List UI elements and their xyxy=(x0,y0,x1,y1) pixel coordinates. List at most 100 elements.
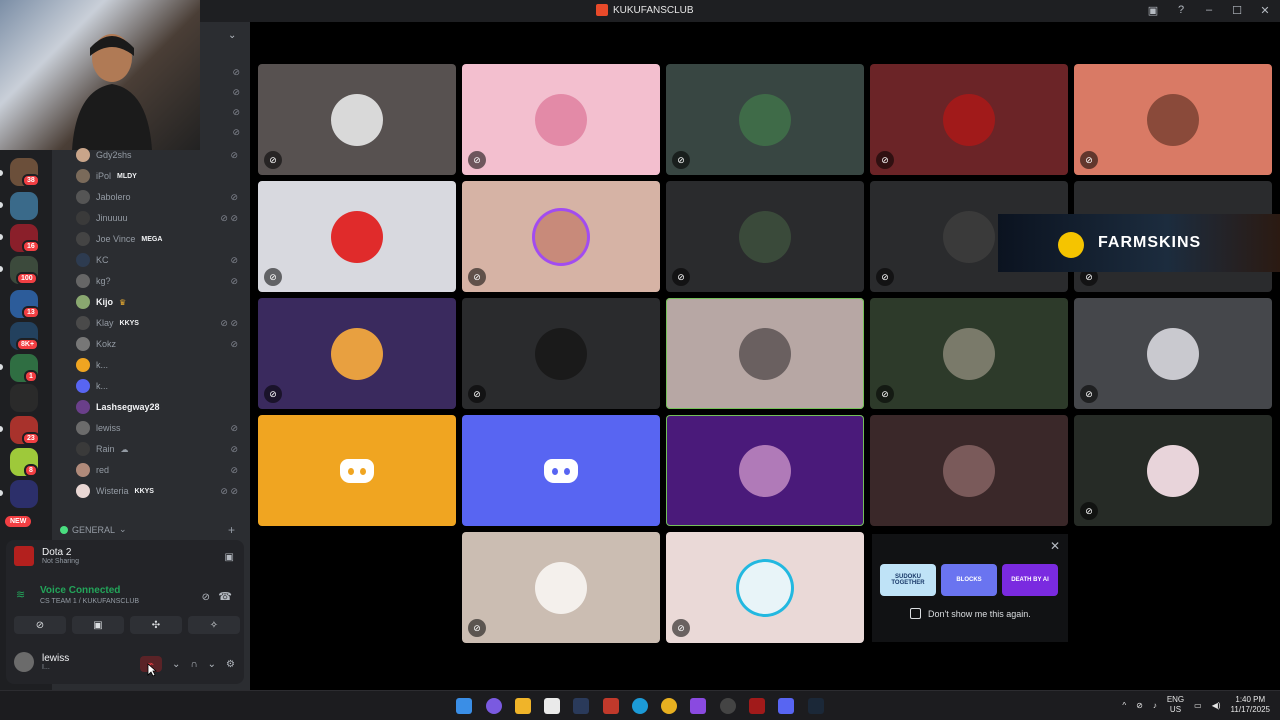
dota-icon[interactable] xyxy=(749,698,765,714)
chrome-icon[interactable] xyxy=(661,698,677,714)
activity-card[interactable]: SUDOKU TOGETHER xyxy=(880,564,936,596)
game-app-icon[interactable] xyxy=(720,698,736,714)
member-row[interactable]: Klay KKYS ⊘ ⊘ xyxy=(76,313,246,333)
server-icon-1[interactable]: 38 xyxy=(10,158,40,187)
server-icon-7[interactable]: 1 xyxy=(10,354,38,383)
participant-tile[interactable]: ⊘ xyxy=(462,532,660,643)
disconnect-icon[interactable]: ☎ xyxy=(218,590,232,603)
activity-card[interactable]: BLOCKS xyxy=(941,564,997,596)
display-icon[interactable]: ▭ xyxy=(1194,701,1202,710)
minimize-icon[interactable]: – xyxy=(1202,3,1216,17)
server-icon-11[interactable] xyxy=(10,480,38,508)
new-badge[interactable]: NEW xyxy=(5,516,32,527)
chevron-up-icon[interactable]: ^ xyxy=(1122,701,1126,710)
participant-tile[interactable]: ⊘ xyxy=(870,64,1068,175)
file-explorer-icon[interactable] xyxy=(515,698,531,714)
chevron-down-icon[interactable]: ⌄ xyxy=(172,659,180,670)
voice-app-icon[interactable] xyxy=(603,698,619,714)
start-menu-icon[interactable] xyxy=(456,698,472,714)
member-row[interactable]: Rain ☁ ⊘ xyxy=(76,439,246,459)
steam-icon[interactable] xyxy=(573,698,589,714)
clock[interactable]: 1:40 PM 11/17/2025 xyxy=(1231,695,1270,715)
close-icon[interactable]: ✕ xyxy=(1050,539,1060,553)
participant-tile[interactable]: ⊘ xyxy=(870,298,1068,409)
participant-tile[interactable]: ⊘ xyxy=(1074,64,1272,175)
inbox-icon[interactable]: ▣ xyxy=(1146,3,1160,17)
maximize-icon[interactable]: ☐ xyxy=(1230,3,1244,17)
participant-tile[interactable]: ⊘ xyxy=(258,64,456,175)
activity-status[interactable]: Dota 2 Not Sharing xyxy=(14,546,79,566)
close-icon[interactable]: ✕ xyxy=(1258,3,1272,17)
member-row[interactable]: Joe Vince MEGA xyxy=(76,229,246,249)
participant-tile[interactable]: ⊘ xyxy=(462,64,660,175)
server-icon-3[interactable]: 16 xyxy=(10,224,40,253)
checkbox-box[interactable] xyxy=(910,608,921,619)
camera-off-button[interactable]: ⊘ xyxy=(14,616,66,634)
participant-tile[interactable]: ⊘ xyxy=(462,298,660,409)
participant-tile[interactable]: ⊘ xyxy=(666,181,864,292)
copilot-icon[interactable] xyxy=(486,698,502,714)
member-row[interactable]: kg? ⊘ xyxy=(76,271,246,291)
member-row[interactable]: k... xyxy=(76,376,246,396)
discord-icon[interactable] xyxy=(778,698,794,714)
share-screen-button[interactable]: ▣ xyxy=(72,616,124,634)
dont-show-again-checkbox[interactable]: Don't show me this again. xyxy=(910,608,1031,619)
app-icon[interactable] xyxy=(690,698,706,714)
member-row[interactable]: k... xyxy=(76,355,246,375)
language-indicator[interactable]: ENG US xyxy=(1167,695,1184,715)
member-row[interactable]: Jabolero ⊘ xyxy=(76,187,246,207)
participant-tile[interactable]: ⊘ xyxy=(462,181,660,292)
server-icon-9[interactable]: 23 xyxy=(10,416,40,445)
steam-client-icon[interactable] xyxy=(808,698,824,714)
participant-tile[interactable]: ⊘ xyxy=(258,298,456,409)
member-row[interactable]: Kokz ⊘ xyxy=(76,334,246,354)
server-icon-4[interactable]: 100 xyxy=(10,256,38,285)
mic-icon[interactable]: ♪ xyxy=(1153,701,1157,710)
help-icon[interactable]: ? xyxy=(1174,3,1188,17)
participant-tile[interactable] xyxy=(462,415,660,526)
member-row[interactable]: Kijo ♛ xyxy=(76,292,246,312)
activities-button[interactable]: ✣ xyxy=(130,616,182,634)
member-row[interactable]: Lashsegway28 xyxy=(76,397,246,417)
current-user[interactable]: lewiss I... xyxy=(14,652,69,672)
participant-tile[interactable]: ⊘ xyxy=(1074,415,1272,526)
farmskins-ad-banner[interactable]: FARMSKINS xyxy=(998,214,1280,272)
soundboard-button[interactable]: ✧ xyxy=(188,616,240,634)
edge-icon[interactable] xyxy=(632,698,648,714)
member-row[interactable]: Jinuuuu ⊘ ⊘ xyxy=(76,208,246,228)
network-icon[interactable]: ⊘ xyxy=(1136,701,1143,710)
voice-connected-label[interactable]: Voice Connected xyxy=(40,585,139,596)
voice-channel-path[interactable]: CS TEAM 1 / KUKUFANSCLUB xyxy=(40,598,139,605)
member-row[interactable]: Gdy2shs ⊘ xyxy=(76,145,246,165)
member-row[interactable]: KC ⊘ xyxy=(76,250,246,270)
volume-icon[interactable]: ◀) xyxy=(1212,701,1221,710)
participant-tile[interactable]: ⊘ xyxy=(666,532,864,643)
server-icon-5[interactable]: 13 xyxy=(10,290,40,319)
gear-icon[interactable]: ⚙ xyxy=(226,659,235,670)
chevron-down-icon[interactable]: ⌄ xyxy=(208,659,216,670)
participant-tile[interactable]: ⊘ xyxy=(666,64,864,175)
noise-suppression-icon[interactable]: ⊘ xyxy=(202,592,210,603)
member-row[interactable]: Wisteria KKYS ⊘ ⊘ xyxy=(76,481,246,501)
chevron-down-icon[interactable]: ⌄ xyxy=(228,30,236,41)
activity-card[interactable]: DEATH BY AI xyxy=(1002,564,1058,596)
server-icon-6[interactable]: 8K+ xyxy=(10,322,40,351)
store-icon[interactable] xyxy=(544,698,560,714)
member-row[interactable]: red ⊘ xyxy=(76,460,246,480)
server-icon-10[interactable]: 8 xyxy=(10,448,38,477)
screen-share-icon[interactable]: ▣ xyxy=(225,552,234,563)
signal-icon[interactable]: ≋ xyxy=(16,588,25,601)
participant-tile-speaking[interactable] xyxy=(666,298,864,409)
participant-tile[interactable]: ⊘ xyxy=(258,181,456,292)
participant-tile[interactable] xyxy=(258,415,456,526)
member-row[interactable]: lewiss ⊘ xyxy=(76,418,246,438)
participant-tile[interactable] xyxy=(870,415,1068,526)
participant-tile-speaking[interactable] xyxy=(666,415,864,526)
member-row[interactable]: iPol MLDY xyxy=(76,166,246,186)
headphones-icon[interactable]: ∩ xyxy=(190,659,197,670)
server-icon-8[interactable] xyxy=(10,384,38,412)
server-icon-2[interactable] xyxy=(10,192,38,220)
add-channel-icon[interactable]: + xyxy=(228,523,235,537)
participant-tile[interactable]: ⊘ xyxy=(1074,298,1272,409)
category-general[interactable]: GENERAL ⌄ xyxy=(60,524,127,535)
